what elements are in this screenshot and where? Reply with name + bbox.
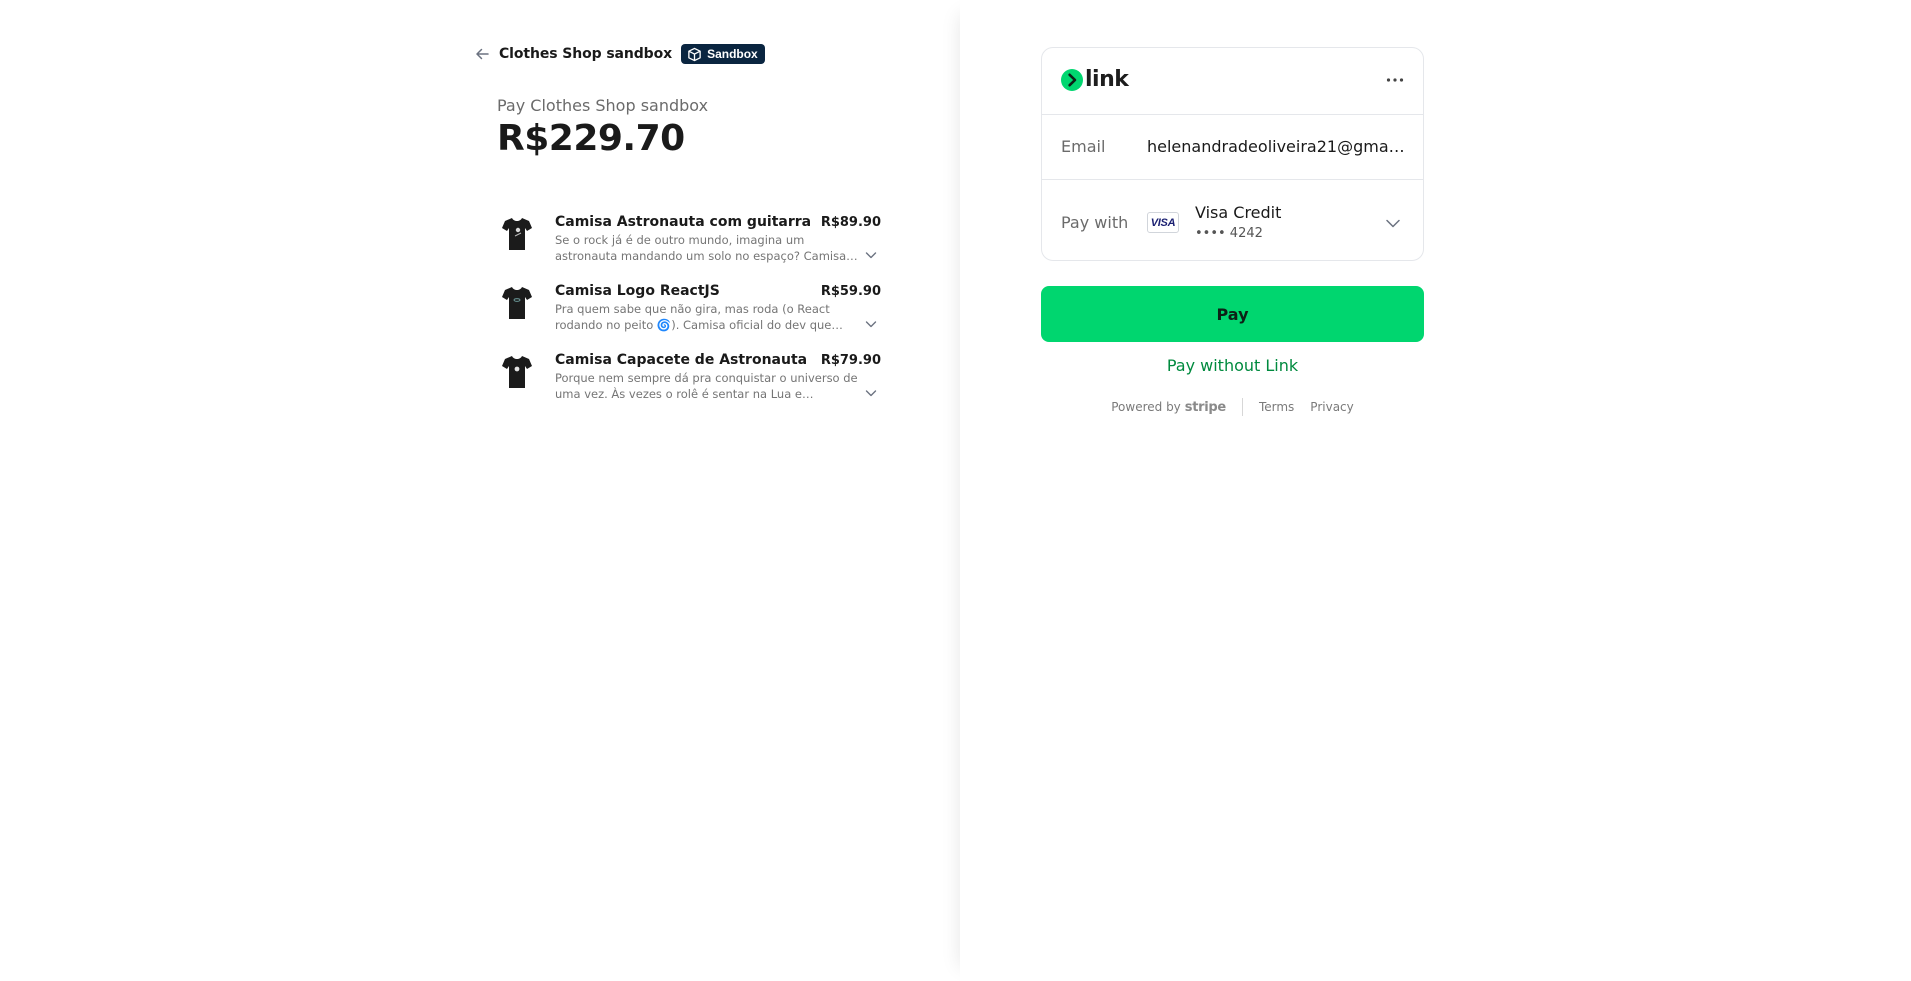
chevron-down-icon[interactable] (865, 386, 879, 400)
link-card-header: link (1042, 48, 1423, 115)
stripe-logo: stripe (1184, 399, 1226, 415)
line-item: Camisa Astronauta com guitarra R$89.90 S… (497, 214, 881, 283)
item-price: R$89.90 (820, 215, 881, 230)
privacy-link[interactable]: Privacy (1310, 400, 1353, 414)
powered-by-label: Powered by (1111, 400, 1181, 414)
powered-by-stripe[interactable]: Powered by stripe (1111, 400, 1226, 415)
item-price: R$59.90 (820, 284, 881, 299)
back-arrow-icon[interactable] (475, 46, 491, 62)
payment-method-selector[interactable]: Pay with VISA Visa Credit •••• 4242 (1042, 180, 1423, 262)
terms-link[interactable]: Terms (1259, 400, 1294, 414)
item-name: Camisa Logo ReactJS (555, 283, 720, 299)
more-options-icon[interactable] (1385, 72, 1405, 88)
footer: Powered by stripe Terms Privacy (1041, 398, 1424, 416)
email-row: Email helenandradeoliveira21@gmail.com (1042, 115, 1423, 180)
line-items: Camisa Astronauta com guitarra R$89.90 S… (497, 214, 881, 421)
item-description: Porque nem sempre dá pra conquistar o un… (555, 371, 858, 401)
total-amount: R$229.70 (497, 118, 685, 159)
card-last4: •••• 4242 (1195, 226, 1263, 241)
item-price: R$79.90 (820, 353, 881, 368)
item-description: Se o rock já é de outro mundo, imagina u… (555, 233, 847, 263)
item-description: Pra quem sabe que não gira, mas roda (o … (555, 302, 832, 332)
footer-divider (1241, 398, 1243, 416)
pay-with-label: Pay with (1061, 213, 1129, 232)
link-card: link Email helenandradeoliveira21@gmail.… (1041, 47, 1424, 261)
checkout-page: Clothes Shop sandbox Sandbox Pay Clothes… (0, 0, 1911, 981)
visa-card-icon: VISA (1147, 212, 1179, 233)
link-wordmark: link (1085, 67, 1129, 92)
box-icon (687, 46, 703, 62)
email-value: helenandradeoliveira21@gmail.com (1147, 137, 1405, 156)
item-name: Camisa Astronauta com guitarra (555, 214, 812, 230)
order-summary-pane: Clothes Shop sandbox Sandbox Pay Clothes… (0, 0, 960, 981)
email-label: Email (1061, 137, 1106, 156)
item-name: Camisa Capacete de Astronauta (555, 352, 808, 368)
chevron-down-icon[interactable] (1385, 214, 1403, 232)
chevron-down-icon[interactable] (865, 317, 879, 331)
pay-label: Pay Clothes Shop sandbox (497, 96, 709, 115)
merchant-name[interactable]: Clothes Shop sandbox (499, 46, 672, 62)
sandbox-badge-label: Sandbox (707, 47, 758, 61)
header: Clothes Shop sandbox Sandbox (475, 43, 765, 65)
card-name: Visa Credit (1195, 203, 1282, 222)
chevron-down-icon[interactable] (865, 248, 879, 262)
product-image (497, 352, 537, 392)
pay-without-link[interactable]: Pay without Link (1041, 356, 1424, 375)
link-logo: link (1061, 67, 1129, 92)
sandbox-badge: Sandbox (681, 44, 765, 64)
link-arrow-icon (1061, 69, 1083, 91)
product-image (497, 283, 537, 323)
line-item: Camisa Logo ReactJS R$59.90 Pra quem sab… (497, 283, 881, 352)
pay-button[interactable]: Pay (1041, 286, 1424, 342)
line-item: Camisa Capacete de Astronauta R$79.90 Po… (497, 352, 881, 421)
product-image (497, 214, 537, 254)
